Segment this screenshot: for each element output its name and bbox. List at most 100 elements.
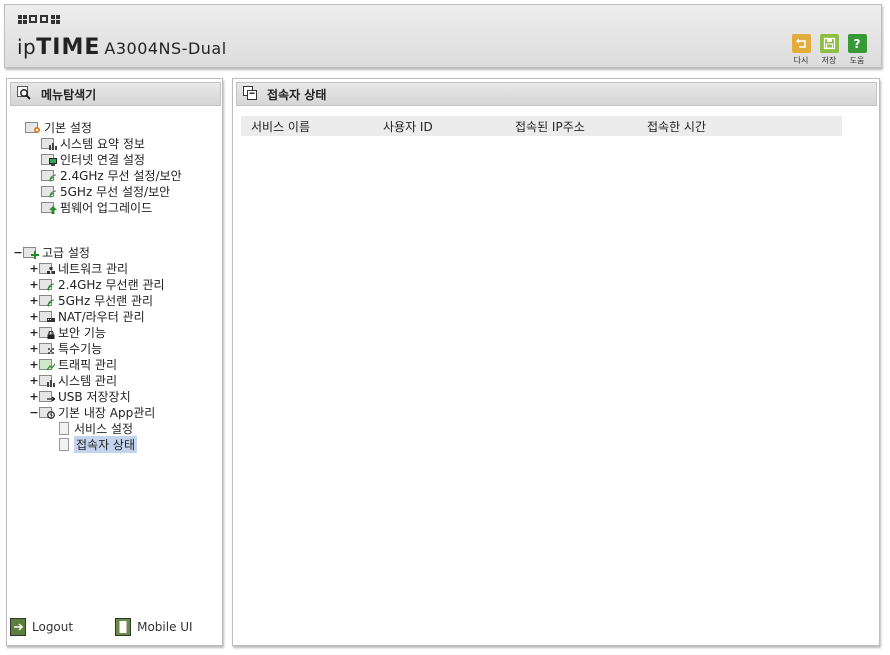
- mobile-ui-link[interactable]: Mobile UI: [115, 618, 193, 636]
- column-header-service-name: 서비스 이름: [251, 120, 311, 134]
- router-icon: [39, 309, 55, 323]
- network-icon: [39, 261, 55, 275]
- expand-toggle[interactable]: +: [29, 262, 39, 275]
- menu-explorer-title: 메뉴탐색기: [41, 87, 97, 102]
- tree-item-label: 서비스 설정: [74, 421, 134, 436]
- wifi-icon: [41, 168, 57, 182]
- tree-advanced-label: 고급 설정: [42, 245, 90, 260]
- save-icon: [819, 34, 839, 53]
- tree-item-system-manage[interactable]: + 시스템 관리: [29, 372, 117, 388]
- save-label: 저장: [821, 56, 837, 65]
- expand-toggle[interactable]: +: [29, 310, 39, 323]
- help-label: 도움: [849, 56, 865, 65]
- help-button[interactable]: ? 도움: [847, 34, 867, 66]
- tree-item-label: 펌웨어 업그레이드: [60, 200, 153, 215]
- monitor-icon: [41, 152, 57, 166]
- tree-item-label: 2.4GHz 무선랜 관리: [58, 277, 165, 292]
- collapse-toggle[interactable]: −: [13, 246, 23, 259]
- magnifier-icon: [17, 85, 31, 103]
- model-name: A3004NS-Dual: [104, 39, 227, 58]
- tree-item-wifi5-setup[interactable]: 5GHz 무선 설정/보안: [41, 183, 170, 199]
- expand-toggle[interactable]: +: [29, 390, 39, 403]
- tree-basic-settings[interactable]: 기본 설정: [25, 119, 92, 135]
- expand-toggle[interactable]: +: [29, 326, 39, 339]
- mobile-icon: [115, 618, 132, 636]
- window-copy-icon: [243, 85, 257, 103]
- tree-item-nat-router[interactable]: + NAT/라우터 관리: [29, 308, 145, 324]
- bar-chart-icon: [39, 373, 55, 387]
- brand-time: TIME: [36, 35, 101, 60]
- tree-item-label: 네트워크 관리: [58, 261, 129, 276]
- tree-item-service-settings[interactable]: 서비스 설정: [59, 420, 133, 436]
- expand-toggle[interactable]: +: [29, 374, 39, 387]
- traffic-chart-icon: [39, 357, 55, 371]
- save-button[interactable]: 저장: [819, 34, 839, 66]
- tree-item-firmware-upgrade[interactable]: 펌웨어 업그레이드: [41, 199, 152, 215]
- undo-label: 다시: [793, 56, 809, 65]
- mobile-ui-label: Mobile UI: [137, 620, 193, 634]
- content-panel: 접속자 상태 서비스 이름 사용자 ID 접속된 IP주소 접속한 시간: [232, 78, 880, 646]
- tree-item-special[interactable]: + 특수기능: [29, 340, 102, 356]
- tree-item-app-manage[interactable]: − 기본 내장 App관리: [29, 404, 155, 420]
- brand-logo: ip TIME A3004NS-Dual: [17, 35, 227, 60]
- wifi-icon: [39, 293, 55, 307]
- tree-item-wifi24-setup[interactable]: 2.4GHz 무선 설정/보안: [41, 167, 182, 183]
- tree-item-usb-storage[interactable]: + USB 저장장치: [29, 388, 131, 404]
- column-header-ip-address: 접속된 IP주소: [515, 120, 585, 134]
- tree-item-label: 시스템 관리: [58, 373, 118, 388]
- tree-item-label: 2.4GHz 무선 설정/보안: [60, 168, 182, 183]
- expand-toggle[interactable]: +: [29, 278, 39, 291]
- tree-item-label: 특수기능: [58, 341, 103, 356]
- tree-item-label: 5GHz 무선 설정/보안: [60, 184, 171, 199]
- brand-prefix: ip: [17, 35, 37, 59]
- expand-toggle[interactable]: +: [29, 294, 39, 307]
- tree-item-wifi24-manage[interactable]: + 2.4GHz 무선랜 관리: [29, 276, 165, 292]
- tree-item-label: USB 저장장치: [58, 389, 131, 404]
- upgrade-arrow-icon: [41, 200, 57, 214]
- expand-toggle[interactable]: +: [29, 358, 39, 371]
- tree-advanced-settings[interactable]: − 고급 설정: [13, 244, 90, 260]
- tree-item-connected-users[interactable]: 접속자 상태: [59, 435, 138, 453]
- page-icon: [59, 421, 69, 435]
- usb-icon: [39, 389, 55, 403]
- folder-settings-icon: [25, 120, 41, 134]
- tree-item-label: 보안 기능: [58, 325, 106, 340]
- menu-explorer-header: 메뉴탐색기: [10, 82, 221, 106]
- tree-item-network[interactable]: + 네트워크 관리: [29, 260, 128, 276]
- bar-chart-icon: [41, 136, 57, 150]
- page-icon: [59, 437, 69, 451]
- tree-item-label: 시스템 요약 정보: [60, 136, 145, 151]
- tree-item-security[interactable]: + 보안 기능: [29, 324, 106, 340]
- undo-button[interactable]: 다시: [791, 34, 811, 66]
- tree-item-label: 트래픽 관리: [58, 357, 118, 372]
- tree-item-system-summary[interactable]: 시스템 요약 정보: [41, 135, 145, 151]
- column-header-user-id: 사용자 ID: [383, 120, 433, 134]
- collapse-toggle[interactable]: −: [29, 406, 39, 419]
- wifi-icon: [39, 277, 55, 291]
- undo-icon: [791, 34, 811, 53]
- logout-icon: [10, 618, 26, 636]
- tree-item-traffic[interactable]: + 트래픽 관리: [29, 356, 117, 372]
- tree-item-label: NAT/라우터 관리: [58, 309, 145, 324]
- lock-icon: [39, 325, 55, 339]
- tree-item-label-selected: 접속자 상태: [74, 435, 138, 453]
- menu-explorer-panel: 메뉴탐색기 기본 설정 시스템 요약 정보 인터넷 연결 설정 2.4GHz 무…: [6, 78, 223, 646]
- expand-toggle[interactable]: +: [29, 342, 39, 355]
- folder-plus-icon: [23, 245, 39, 259]
- logout-link[interactable]: Logout: [10, 618, 73, 636]
- tree-item-label: 5GHz 무선랜 관리: [58, 293, 154, 308]
- tree-item-wifi5-manage[interactable]: + 5GHz 무선랜 관리: [29, 292, 153, 308]
- column-header-connect-time: 접속한 시간: [647, 120, 707, 134]
- tree-item-label: 인터넷 연결 설정: [60, 152, 145, 167]
- app-gear-icon: [39, 405, 55, 419]
- top-header: ip TIME A3004NS-Dual 다시 저장 ? 도움: [4, 4, 882, 68]
- help-icon: ?: [847, 34, 867, 53]
- wifi-icon: [41, 184, 57, 198]
- page-title: 접속자 상태: [267, 87, 327, 102]
- header-buttons: 다시 저장 ? 도움: [791, 34, 867, 66]
- tree-basic-label: 기본 설정: [44, 120, 92, 135]
- tree-item-label: 기본 내장 App관리: [58, 405, 156, 420]
- tree-item-internet-setup[interactable]: 인터넷 연결 설정: [41, 151, 145, 167]
- logo-mark: [18, 15, 60, 24]
- dots-grid-icon: [39, 341, 55, 355]
